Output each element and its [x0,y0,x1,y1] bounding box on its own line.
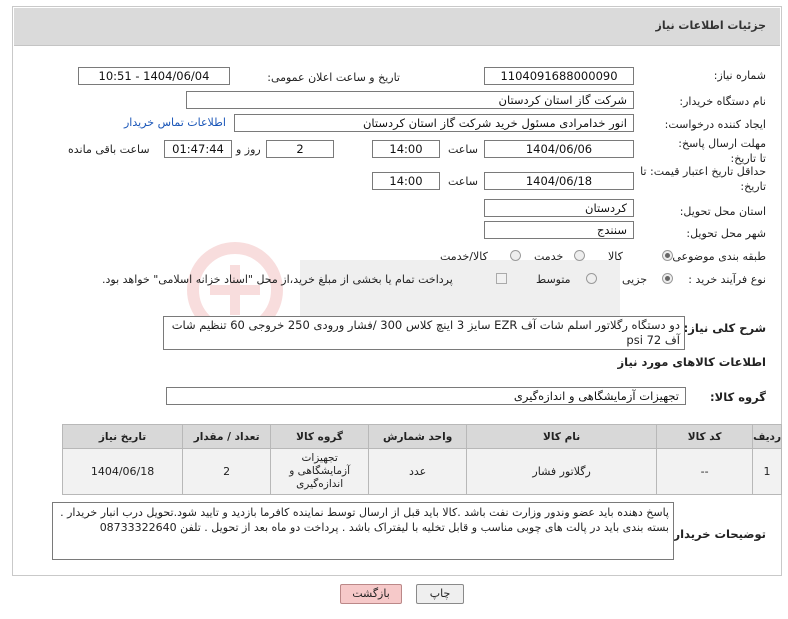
need-number-field: 1104091688000090 [484,67,634,85]
category-service-radio[interactable] [574,250,585,261]
goods-table: ردیف کد کالا نام کالا واحد شمارش گروه کا… [61,424,782,495]
cell-group: تجهیزات آزمایشگاهی و اندازه‌گیری [270,448,370,495]
category-label: طبقه بندی موضوعی: [668,250,766,263]
col-unit: واحد شمارش [368,424,468,449]
validity-hour-label: ساعت [448,175,478,188]
reply-deadline-label: مهلت ارسال پاسخ: تا تاریخ: [678,137,766,165]
table-row: 1 -- رگلاتور فشار عدد تجهیزات آزمایشگاهی… [61,448,782,495]
reply-hour-field: 14:00 [372,140,440,158]
announce-label: تاریخ و ساعت اعلان عمومی: [267,71,400,84]
city-field: سنندج [484,221,634,239]
goods-section-title: اطلاعات کالاهای مورد نیاز [617,355,766,369]
category-service-label: خدمت [534,250,564,263]
city-label: شهر محل تحویل: [686,227,766,240]
col-qty: تعداد / مقدار [182,424,272,449]
remaining-time-field: 01:47:44 [164,140,232,158]
validity-date-field: 1404/06/18 [484,172,634,190]
process-minor-label: جزیی [622,273,648,286]
price-validity-label: حداقل تاریخ اعتبار قیمت: تا تاریخ: [640,165,766,193]
category-goods-radio[interactable] [662,250,673,261]
buyer-org-field: شرکت گاز استان کردستان [186,91,634,109]
cell-row: 1 [752,448,782,495]
creator-label: ایجاد کننده درخواست: [664,118,766,131]
col-group: گروه کالا [270,424,370,449]
goods-group-label: گروه کالا: [710,390,766,404]
print-button[interactable]: چاپ [416,584,464,604]
province-label: استان محل تحویل: [679,205,766,218]
buyer-notes-field: پاسخ دهنده باید عضو وندور وزارت نفت باشد… [52,502,674,560]
goods-group-field: تجهیزات آزمایشگاهی و اندازه‌گیری [166,387,686,405]
category-both-radio[interactable] [510,250,521,261]
description-label: شرح کلی نیاز: [683,321,766,335]
process-medium-label: متوسط [536,273,571,286]
process-medium-radio[interactable] [586,273,597,284]
buyer-org-label: نام دستگاه خریدار: [679,95,766,108]
reply-hour-label: ساعت [448,143,478,156]
reply-date-field: 1404/06/06 [484,140,634,158]
table-header-row: ردیف کد کالا نام کالا واحد شمارش گروه کا… [61,424,782,449]
category-goods-label: کالا [608,250,623,263]
buyer-notes-label: توضیحات خریدار: [668,527,766,541]
col-date: تاریخ نیاز [61,424,184,449]
process-minor-radio[interactable] [662,273,673,284]
treasury-payment-checkbox[interactable] [496,273,507,284]
cell-unit: عدد [368,448,468,495]
remaining-time-label: ساعت باقی مانده [68,143,150,156]
need-number-label: شماره نیاز: [713,69,766,82]
process-label: نوع فرآیند خرید : [688,273,766,286]
cell-date: 1404/06/18 [61,448,184,495]
cell-qty: 2 [182,448,272,495]
description-field: دو دستگاه رگلاتور اسلم شات آف EZR سایز 3… [163,316,685,350]
cell-name: رگلاتور فشار [466,448,658,495]
col-row: ردیف [752,424,782,449]
page-title: جزئیات اطلاعات نیاز [655,19,767,32]
payment-note: پرداخت تمام یا بخشی از مبلغ خرید،از محل … [102,273,453,286]
announce-field: 1404/06/04 - 10:51 [78,67,230,85]
cell-code: -- [656,448,754,495]
days-label: روز و [236,143,261,156]
validity-hour-field: 14:00 [372,172,440,190]
back-button[interactable]: بازگشت [340,584,402,604]
days-field: 2 [266,140,334,158]
contact-info-link[interactable]: اطلاعات تماس خریدار [124,116,226,129]
creator-field: انور خدامرادی مسئول خرید شرکت گاز استان … [234,114,634,132]
col-name: نام کالا [466,424,658,449]
province-field: کردستان [484,199,634,217]
col-code: کد کالا [656,424,754,449]
category-both-label: کالا/خدمت [440,250,488,263]
